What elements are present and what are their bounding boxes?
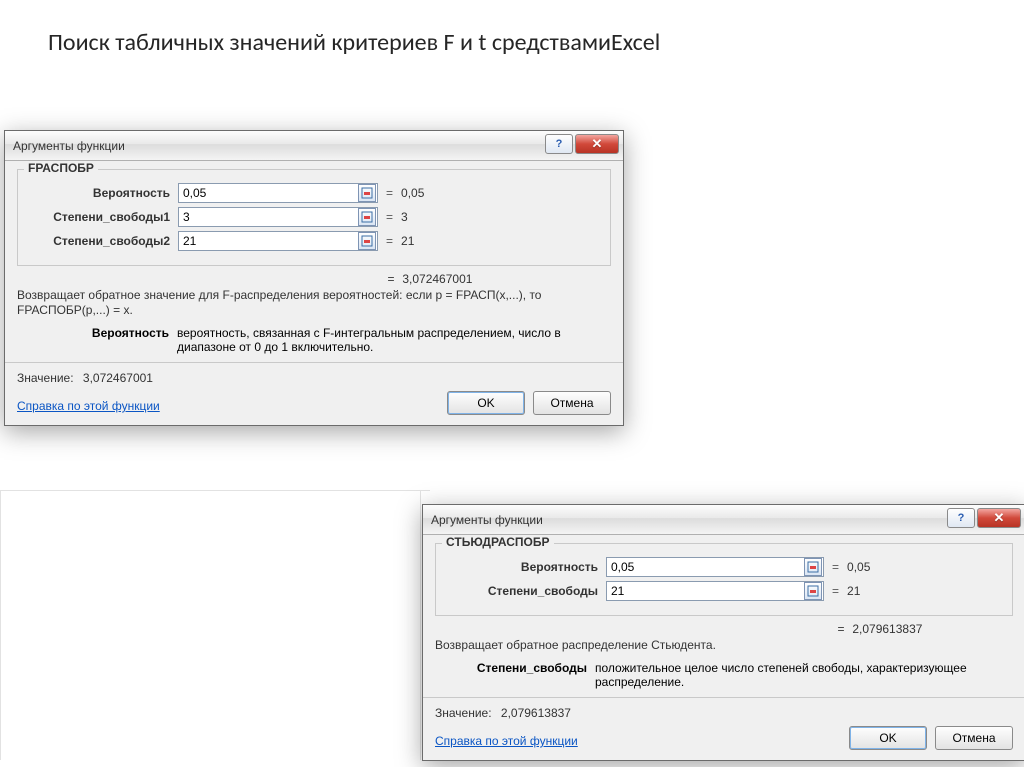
arg-input-wrap[interactable] (178, 183, 378, 203)
range-collapse-icon[interactable] (804, 582, 822, 600)
param-text: вероятность, связанная с F-интегральным … (177, 326, 611, 354)
equals-sign: = (386, 186, 393, 200)
function-frame: СТЬЮДРАСПОБР Вероятность = 0,05 Степени_… (435, 543, 1013, 616)
df1-input[interactable] (179, 208, 358, 226)
arg-evaluated: 0,05 (401, 186, 424, 200)
value-label: Значение: (17, 371, 74, 385)
value-line: Значение: 2,079613837 (435, 706, 1013, 720)
param-description: Степени_свободы положительное целое числ… (435, 661, 1013, 689)
arg-input-wrap[interactable] (606, 557, 824, 577)
value-text: 2,079613837 (501, 706, 571, 720)
range-collapse-icon[interactable] (358, 184, 376, 202)
spreadsheet-grid (0, 490, 430, 760)
df-input[interactable] (607, 582, 804, 600)
result-row: = 3,072467001 (383, 272, 611, 286)
range-collapse-icon[interactable] (804, 558, 822, 576)
ok-button[interactable]: OK (447, 391, 525, 415)
value-text: 3,072467001 (83, 371, 153, 385)
arg-input-wrap[interactable] (606, 581, 824, 601)
arg-row: Степени_свободы = 21 (446, 581, 1002, 601)
param-description: Вероятность вероятность, связанная с F-и… (17, 326, 611, 354)
window-title: Аргументы функции (431, 513, 543, 527)
range-collapse-icon[interactable] (358, 208, 376, 226)
page-title: Поиск табличных значений критериев F и t… (48, 28, 660, 57)
close-button[interactable]: ✕ (575, 134, 619, 154)
param-text: положительное целое число степеней свобо… (595, 661, 1013, 689)
equals-sign: = (386, 234, 393, 248)
help-link[interactable]: Справка по этой функции (17, 399, 160, 413)
probability-input[interactable] (607, 558, 804, 576)
function-arguments-dialog-f: Аргументы функции ? ✕ FРАСПОБР Вероятнос… (4, 130, 624, 426)
ok-button[interactable]: OK (849, 726, 927, 750)
value-line: Значение: 3,072467001 (17, 371, 611, 385)
help-button[interactable]: ? (947, 508, 975, 528)
param-label: Вероятность (17, 326, 177, 354)
function-description: Возвращает обратное значение для F-распр… (17, 288, 611, 318)
arg-evaluated: 21 (401, 234, 414, 248)
value-label: Значение: (435, 706, 492, 720)
equals-sign: = (832, 560, 839, 574)
function-frame: FРАСПОБР Вероятность = 0,05 Степени_своб… (17, 169, 611, 266)
result-value: 2,079613837 (852, 622, 922, 636)
arg-row: Степени_свободы1 = 3 (28, 207, 600, 227)
arg-row: Степени_свободы2 = 21 (28, 231, 600, 251)
arg-label: Вероятность (28, 186, 178, 200)
equals-sign: = (386, 210, 393, 224)
function-description: Возвращает обратное распределение Стьюде… (435, 638, 1013, 653)
window-title: Аргументы функции (13, 139, 125, 153)
arg-label: Степени_свободы2 (28, 234, 178, 248)
help-link[interactable]: Справка по этой функции (435, 734, 578, 748)
close-button[interactable]: ✕ (977, 508, 1021, 528)
help-button[interactable]: ? (545, 134, 573, 154)
arg-evaluated: 3 (401, 210, 408, 224)
titlebar[interactable]: Аргументы функции ? ✕ (423, 505, 1024, 535)
result-value: 3,072467001 (402, 272, 472, 286)
function-arguments-dialog-t: Аргументы функции ? ✕ СТЬЮДРАСПОБР Вероя… (422, 504, 1024, 761)
result-row: = 2,079613837 (833, 622, 1013, 636)
equals-sign: = (383, 272, 399, 286)
arg-row: Вероятность = 0,05 (28, 183, 600, 203)
cancel-button[interactable]: Отмена (533, 391, 611, 415)
arg-evaluated: 0,05 (847, 560, 870, 574)
cancel-button[interactable]: Отмена (935, 726, 1013, 750)
arg-label: Степени_свободы1 (28, 210, 178, 224)
divider (5, 362, 623, 363)
arg-input-wrap[interactable] (178, 207, 378, 227)
arg-label: Степени_свободы (446, 584, 606, 598)
arg-evaluated: 21 (847, 584, 860, 598)
equals-sign: = (833, 622, 849, 636)
function-name: FРАСПОБР (24, 161, 98, 175)
arg-label: Вероятность (446, 560, 606, 574)
probability-input[interactable] (179, 184, 358, 202)
function-name: СТЬЮДРАСПОБР (442, 535, 554, 549)
divider (423, 697, 1024, 698)
param-label: Степени_свободы (435, 661, 595, 689)
df2-input[interactable] (179, 232, 358, 250)
arg-input-wrap[interactable] (178, 231, 378, 251)
arg-row: Вероятность = 0,05 (446, 557, 1002, 577)
range-collapse-icon[interactable] (358, 232, 376, 250)
equals-sign: = (832, 584, 839, 598)
titlebar[interactable]: Аргументы функции ? ✕ (5, 131, 623, 161)
